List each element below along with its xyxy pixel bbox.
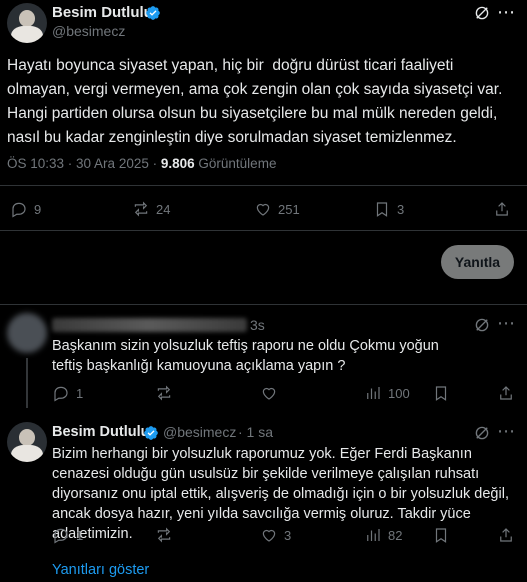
- show-replies-link[interactable]: Yanıtları göster: [52, 562, 149, 578]
- repost-icon: [134, 201, 148, 217]
- grok-icon[interactable]: [473, 4, 491, 27]
- divider: [0, 185, 527, 186]
- author-reply-reply-count: 1: [76, 527, 84, 543]
- author-reply-name[interactable]: Besim Dutlulu: [52, 424, 149, 440]
- timestamp[interactable]: ÖS 10:33 · 30 Ara 2025 ·: [7, 156, 161, 171]
- repost-icon: [157, 385, 171, 401]
- author-reply-avatar[interactable]: [7, 422, 47, 462]
- verified-badge-icon: [143, 425, 159, 446]
- author-reply-repost-stat[interactable]: [155, 526, 173, 544]
- reply-stat[interactable]: 9: [10, 200, 41, 218]
- author-reply-bookmark-stat[interactable]: [432, 526, 450, 544]
- views-icon: [367, 529, 380, 541]
- comment-bookmark-stat[interactable]: [432, 384, 450, 402]
- reply-icon: [12, 202, 26, 218]
- repost-icon: [157, 527, 171, 543]
- bookmark-icon: [435, 386, 447, 401]
- bookmark-stat[interactable]: 3: [373, 200, 404, 218]
- comment-share-button[interactable]: [497, 384, 515, 402]
- reply-icon: [54, 528, 68, 544]
- comment-text: Başkanım sizin yolsuzluk teftiş raporu n…: [52, 338, 443, 374]
- author-name[interactable]: Besim Dutlulu: [52, 4, 153, 21]
- more-options-icon[interactable]: ⋯: [497, 421, 515, 442]
- comment-like-stat[interactable]: [260, 384, 278, 402]
- bookmark-icon: [376, 202, 388, 217]
- author-reply-handle[interactable]: @besimecz: [163, 424, 236, 440]
- divider: [0, 304, 527, 305]
- comment-reply-count: 1: [76, 385, 84, 401]
- author-reply-reply-stat[interactable]: 1: [52, 526, 83, 544]
- share-button[interactable]: [493, 200, 511, 218]
- author-reply-views-stat[interactable]: 82: [364, 526, 402, 544]
- divider: [0, 230, 527, 231]
- commenter-avatar[interactable]: [7, 313, 47, 353]
- reply-count: 9: [34, 201, 42, 217]
- views-label: Görüntüleme: [194, 156, 277, 171]
- bookmark-icon: [435, 528, 447, 543]
- author-reply-like-stat[interactable]: 3: [260, 526, 291, 544]
- views-icon: [367, 387, 380, 399]
- author-reply-time[interactable]: · 1 sa: [238, 424, 273, 440]
- grok-icon[interactable]: [473, 316, 491, 339]
- comment-repost-stat[interactable]: [155, 384, 173, 402]
- commenter-name-blurred: [52, 318, 247, 332]
- share-icon: [496, 202, 508, 216]
- comment-time[interactable]: 3s: [250, 317, 265, 333]
- author-reply-like-count: 3: [284, 527, 292, 543]
- comment-reply-stat[interactable]: 1: [52, 384, 83, 402]
- heart-icon: [262, 387, 276, 400]
- author-reply-views-count: 82: [388, 527, 403, 543]
- like-count: 251: [278, 201, 300, 217]
- comment-views-stat[interactable]: 100: [364, 384, 410, 402]
- share-icon: [500, 386, 512, 400]
- views-count: 9.806: [160, 156, 195, 171]
- like-stat[interactable]: 251: [254, 200, 300, 218]
- thread-line: [26, 358, 28, 408]
- reply-button[interactable]: Yanıtla: [441, 245, 514, 279]
- reply-icon: [54, 386, 68, 402]
- heart-icon: [262, 529, 276, 542]
- share-icon: [500, 528, 512, 542]
- bookmark-count: 3: [397, 201, 405, 217]
- post-meta: ÖS 10:33 · 30 Ara 2025 · 9.806 Görüntüle…: [7, 156, 276, 171]
- more-options-icon[interactable]: ⋯: [497, 2, 516, 23]
- author-reply-share-button[interactable]: [497, 526, 515, 544]
- author-handle[interactable]: @besimecz: [52, 23, 125, 39]
- more-options-icon[interactable]: ⋯: [497, 313, 515, 334]
- heart-icon: [256, 203, 270, 216]
- repost-count: 24: [156, 201, 171, 217]
- verified-badge-icon: [145, 5, 161, 26]
- post-text: Hayatı boyunca siyaset yapan, hiç bir do…: [7, 57, 507, 146]
- comment-views-count: 100: [388, 385, 410, 401]
- avatar[interactable]: [7, 3, 47, 43]
- repost-stat[interactable]: 24: [132, 200, 170, 218]
